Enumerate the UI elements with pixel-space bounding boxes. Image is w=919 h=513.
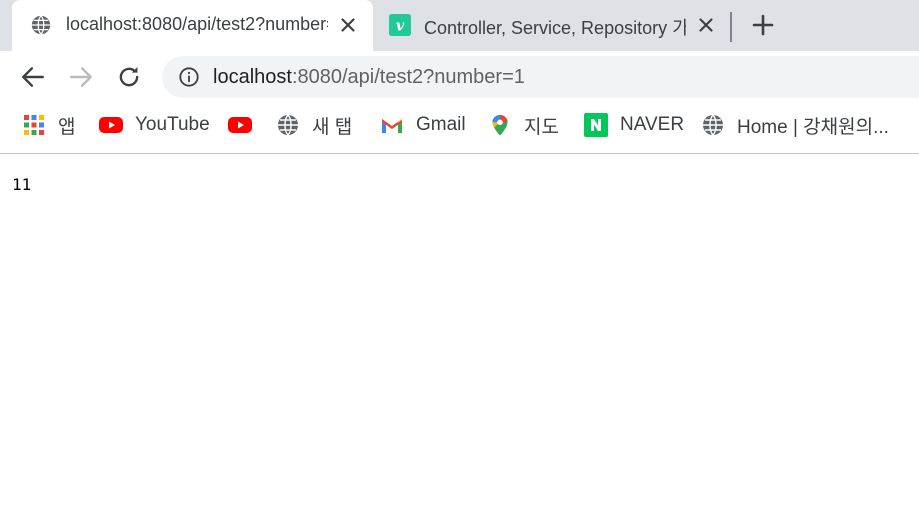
apps-grid-icon [24,115,44,135]
site-info-icon[interactable] [178,66,200,88]
tab-separator [730,12,732,42]
bookmark-label: Home | 강채원의... [737,116,889,138]
tab-localhost[interactable]: localhost:8080/api/test2?number=1 [12,0,373,51]
tab-title: localhost:8080/api/test2?number=1 [66,14,328,34]
close-tab-icon[interactable] [337,14,359,36]
bookmark-label: 새 탭 [312,116,353,138]
globe-icon [703,114,723,136]
bookmarks-bar: 앱 YouTube 새 탭 Gmail 지도 NAVER Home | 강채원의… [0,103,919,154]
svg-text:v: v [396,18,405,35]
forward-arrow-icon[interactable] [68,64,94,90]
bookmark-new-tab[interactable]: 새 탭 [276,103,352,147]
globe-icon [278,114,298,136]
url-path: :8080/api/test2?number=1 [291,66,525,88]
gmail-icon [382,119,402,133]
bookmark-home[interactable]: Home | 강채원의... [701,103,889,147]
back-arrow-icon[interactable] [20,64,46,90]
tab-strip: localhost:8080/api/test2?number=1 v Cont… [0,0,919,51]
bookmark-youtube[interactable]: YouTube [99,103,210,147]
youtube-icon [99,117,123,133]
tab-velog-post[interactable]: v Controller, Service, Repository 가 [375,0,725,51]
bookmark-naver[interactable]: NAVER [584,103,684,147]
response-body-text: 11 [12,175,32,194]
close-tab-icon[interactable] [695,14,717,36]
url-text[interactable]: localhost:8080/api/test2?number=1 [213,66,525,89]
globe-icon [31,15,51,35]
new-tab-plus-icon[interactable] [751,13,775,37]
bookmark-label: YouTube [135,114,210,135]
address-bar[interactable]: localhost:8080/api/test2?number=1 [162,56,919,98]
reload-icon[interactable] [116,64,142,90]
bookmark-label: 지도 [524,116,559,138]
browser-toolbar: localhost:8080/api/test2?number=1 [0,51,919,103]
url-host: localhost [213,66,292,88]
youtube-icon [228,117,252,133]
bookmark-apps[interactable]: 앱 [22,103,75,147]
bookmark-maps[interactable]: 지도 [488,103,559,147]
maps-pin-icon [492,115,508,136]
bookmark-label: NAVER [620,114,685,135]
bookmark-label: 앱 [58,116,76,138]
naver-icon [584,113,608,137]
tab-title: Controller, Service, Repository 가 [424,18,686,38]
bookmark-label: Gmail [416,114,466,135]
bookmark-youtube-2[interactable] [228,103,252,147]
bookmark-gmail[interactable]: Gmail [380,103,466,147]
page-content: 11 [0,155,919,513]
velog-v-icon: v [389,14,411,36]
